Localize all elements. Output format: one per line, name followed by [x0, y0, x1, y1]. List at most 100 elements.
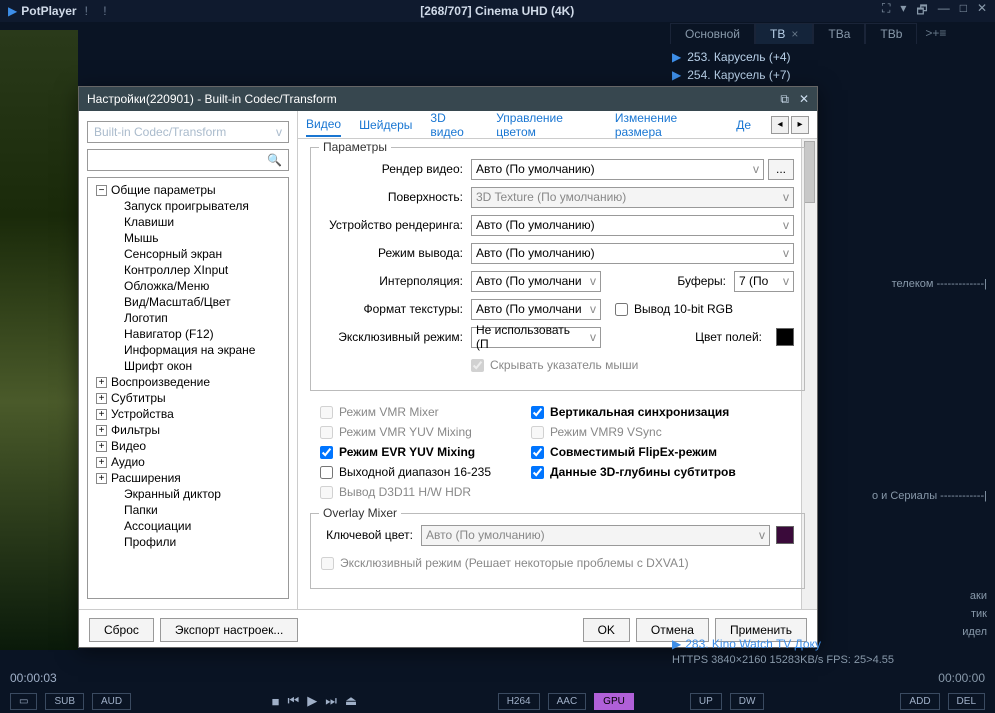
- flipex-checkbox[interactable]: Совместимый FlipEx-режим: [531, 445, 736, 459]
- tree-item[interactable]: Контроллер XInput: [90, 262, 286, 278]
- aud-button[interactable]: AUD: [92, 693, 131, 710]
- tab-colormgmt[interactable]: Управление цветом: [496, 107, 597, 143]
- keycolor-swatch[interactable]: [776, 526, 794, 544]
- field-color-swatch[interactable]: [776, 328, 794, 346]
- evryuv-checkbox[interactable]: Режим EVR YUV Mixing: [320, 445, 491, 459]
- label: Цвет полей:: [695, 330, 770, 344]
- play-icon[interactable]: ▶: [307, 693, 317, 709]
- output-select[interactable]: Авто (По умолчанию)v: [471, 243, 794, 264]
- tree-item[interactable]: Папки: [90, 502, 286, 518]
- close-icon[interactable]: ✕: [977, 1, 987, 22]
- tree-item[interactable]: Профили: [90, 534, 286, 550]
- popout-icon[interactable]: ⧉: [780, 92, 789, 107]
- expand-icon[interactable]: +: [96, 393, 107, 404]
- tree-item[interactable]: Сенсорный экран: [90, 246, 286, 262]
- expand-icon[interactable]: +: [96, 409, 107, 420]
- play-icon: ▶: [672, 50, 681, 64]
- expand-icon[interactable]: +: [96, 457, 107, 468]
- maximize-icon[interactable]: □: [960, 1, 967, 22]
- dw-button[interactable]: DW: [730, 693, 765, 710]
- tree-item[interactable]: +Видео: [90, 438, 286, 454]
- stop-icon[interactable]: ■: [272, 694, 280, 709]
- playlist-item[interactable]: ▶253. Карусель (+4): [672, 48, 989, 66]
- playlist-item[interactable]: ▶254. Карусель (+7): [672, 66, 989, 84]
- expand-icon[interactable]: +: [96, 441, 107, 452]
- export-button[interactable]: Экспорт настроек...: [160, 618, 299, 642]
- texfmt-select[interactable]: Авто (По умолчаниv: [471, 299, 601, 320]
- tree-item[interactable]: Экранный диктор: [90, 486, 286, 502]
- tab-tv[interactable]: ТВ×: [755, 23, 813, 44]
- tree-item[interactable]: Мышь: [90, 230, 286, 246]
- tabs-next-button[interactable]: ▸: [791, 116, 809, 134]
- screenshot-button[interactable]: ▭: [10, 693, 37, 710]
- collapse-icon[interactable]: −: [96, 185, 107, 196]
- tree-item[interactable]: Обложка/Меню: [90, 278, 286, 294]
- 10bit-checkbox[interactable]: Вывод 10-bit RGB: [615, 302, 733, 316]
- surface-select: 3D Texture (По умолчанию)v: [471, 187, 794, 208]
- dialog-close-icon[interactable]: ✕: [799, 92, 809, 106]
- settings-tree[interactable]: −Общие параметры Запуск проигрывателя Кл…: [87, 177, 289, 599]
- tab-3d[interactable]: 3D видео: [430, 107, 478, 143]
- gpu-badge[interactable]: GPU: [594, 693, 634, 710]
- menu-dots[interactable]: ! !: [85, 4, 113, 18]
- buffers-select[interactable]: 7 (Поv: [734, 271, 794, 292]
- minimize-icon[interactable]: —: [938, 1, 950, 22]
- tree-item[interactable]: Навигатор (F12): [90, 326, 286, 342]
- del-button[interactable]: DEL: [948, 693, 985, 710]
- vsync-checkbox[interactable]: Вертикальная синхронизация: [531, 405, 736, 419]
- label: Интерполяция:: [321, 274, 471, 288]
- next-icon[interactable]: ⏭: [325, 693, 337, 709]
- tree-item[interactable]: +Расширения: [90, 470, 286, 486]
- aac-badge[interactable]: AAC: [548, 693, 587, 710]
- expand-icon[interactable]: +: [96, 425, 107, 436]
- tree-item[interactable]: +Фильтры: [90, 422, 286, 438]
- tree-item[interactable]: Клавиши: [90, 214, 286, 230]
- expand-icon[interactable]: +: [96, 473, 107, 484]
- tab-more[interactable]: Де: [736, 114, 751, 136]
- dialog-title: Настройки(220901) - Built-in Codec/Trans…: [87, 92, 337, 106]
- tree-item[interactable]: Логотип: [90, 310, 286, 326]
- sub-button[interactable]: SUB: [45, 693, 84, 710]
- add-tab-icon[interactable]: >+≡: [925, 26, 946, 40]
- tree-item[interactable]: Ассоциации: [90, 518, 286, 534]
- tree-item[interactable]: −Общие параметры: [90, 182, 286, 198]
- range-checkbox[interactable]: Выходной диапазон 16-235: [320, 465, 491, 479]
- tab-video[interactable]: Видео: [306, 113, 341, 137]
- exclusive-select[interactable]: Не использовать (Пv: [471, 327, 601, 348]
- interp-select[interactable]: Авто (По умолчаниv: [471, 271, 601, 292]
- tree-item[interactable]: Информация на экране: [90, 342, 286, 358]
- up-button[interactable]: UP: [690, 693, 722, 710]
- fullscreen-icon[interactable]: ⛶: [882, 1, 890, 22]
- device-select[interactable]: Авто (По умолчанию)v: [471, 215, 794, 236]
- tree-item[interactable]: Шрифт окон: [90, 358, 286, 374]
- search-icon[interactable]: 🔍: [267, 153, 282, 167]
- tree-item[interactable]: Запуск проигрывателя: [90, 198, 286, 214]
- ok-button[interactable]: OK: [583, 618, 630, 642]
- tab-shaders[interactable]: Шейдеры: [359, 114, 412, 136]
- tab-resize[interactable]: Изменение размера: [615, 107, 718, 143]
- 3dsub-checkbox[interactable]: Данные 3D-глубины субтитров: [531, 465, 736, 479]
- tab-tvb[interactable]: ТВb: [865, 23, 917, 44]
- tab-main[interactable]: Основной: [670, 23, 755, 44]
- tab-tva[interactable]: ТВа: [813, 23, 865, 44]
- expand-icon[interactable]: +: [96, 377, 107, 388]
- timebar: 00:00:03 00:00:00: [0, 667, 995, 689]
- tree-item[interactable]: Вид/Масштаб/Цвет: [90, 294, 286, 310]
- add-button[interactable]: ADD: [900, 693, 939, 710]
- render-select[interactable]: Авто (По умолчанию)v: [471, 159, 764, 180]
- restore-icon[interactable]: 🗗: [916, 1, 927, 22]
- tabs-prev-button[interactable]: ◂: [771, 116, 789, 134]
- search-input[interactable]: [94, 153, 267, 167]
- tree-item[interactable]: +Устройства: [90, 406, 286, 422]
- render-more-button[interactable]: ...: [768, 159, 794, 180]
- tree-item[interactable]: +Субтитры: [90, 390, 286, 406]
- compact-icon[interactable]: ▾: [900, 1, 906, 22]
- h264-badge[interactable]: H264: [498, 693, 540, 710]
- tree-item[interactable]: +Воспроизведение: [90, 374, 286, 390]
- prev-icon[interactable]: ⏮: [288, 693, 300, 709]
- tree-item[interactable]: +Аудио: [90, 454, 286, 470]
- tab-close-icon[interactable]: ×: [791, 27, 798, 41]
- category-select[interactable]: Built-in Codec/Transformv: [87, 121, 289, 143]
- eject-icon[interactable]: ⏏: [345, 693, 357, 709]
- reset-button[interactable]: Сброс: [89, 618, 154, 642]
